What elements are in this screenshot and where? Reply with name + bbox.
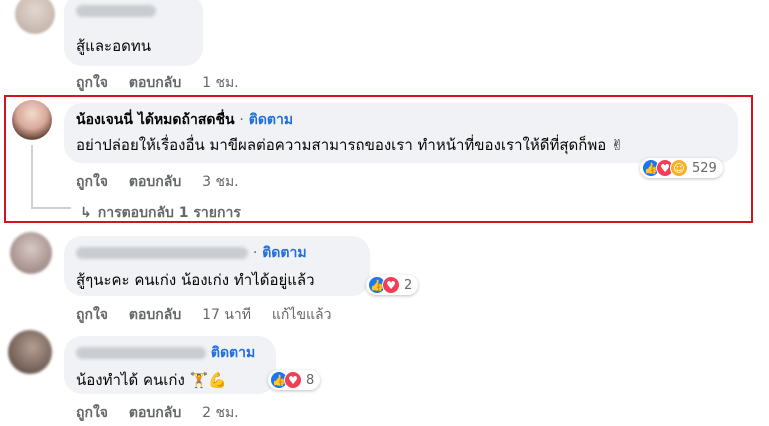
reaction-count: 8: [306, 372, 315, 388]
reaction-summary[interactable]: 👍 ♥ 8: [268, 370, 321, 390]
comment-text: น้องทำได้ คนเก่ง 🏋💪: [76, 371, 227, 389]
comment-bubble: ติดตาม น้องทำได้ คนเก่ง 🏋💪: [64, 336, 276, 394]
separator-dot: ·: [239, 112, 244, 128]
love-icon: ♥: [382, 276, 400, 294]
avatar[interactable]: [10, 232, 52, 274]
commenter-name[interactable]: [76, 247, 248, 259]
reaction-summary[interactable]: 👍 ♥ 2: [366, 275, 419, 295]
comment-actions: ถูกใจ ตอบกลับ 1 ชม.: [76, 72, 255, 94]
timestamp[interactable]: 2 ชม.: [202, 402, 239, 424]
comment-text: อย่าปล่อยให้เรื่องอื่น มาขีผลต่อความสามา…: [76, 136, 624, 154]
like-button[interactable]: ถูกใจ: [76, 304, 108, 326]
reaction-count: 529: [692, 160, 717, 176]
separator-dot: ·: [252, 245, 258, 261]
love-icon: ♥: [284, 371, 302, 389]
comment-bubble: น้องเจนนี่ ได้หมดถ้าสดชื่น · ติดตาม อย่า…: [64, 103, 738, 163]
commenter-name[interactable]: [76, 347, 206, 359]
follow-button[interactable]: ติดตาม: [249, 112, 293, 128]
reply-button[interactable]: ตอบกลับ: [129, 72, 181, 94]
thread-line: [31, 145, 33, 208]
avatar[interactable]: [12, 100, 52, 140]
comment-bubble: สู้และอดทน: [64, 0, 203, 66]
care-icon: ☺: [670, 159, 688, 177]
like-button[interactable]: ถูกใจ: [76, 402, 108, 424]
commenter-name[interactable]: [76, 2, 191, 20]
reaction-summary[interactable]: 👍 ♥ ☺ 529: [640, 158, 723, 178]
like-button[interactable]: ถูกใจ: [76, 171, 108, 193]
comment-bubble: · ติดตาม สู้ๆนะคะ คนเก่ง น้องเก่ง ทำได้อ…: [64, 236, 370, 296]
thread-connector: [31, 207, 71, 209]
reply-button[interactable]: ตอบกลับ: [129, 402, 181, 424]
commenter-name[interactable]: น้องเจนนี่ ได้หมดถ้าสดชื่น: [76, 112, 235, 128]
commenter-name-row: · ติดตาม: [76, 244, 358, 262]
follow-button[interactable]: ติดตาม: [211, 345, 255, 361]
comment-actions: ถูกใจ ตอบกลับ 3 ชม.: [76, 171, 255, 193]
follow-button[interactable]: ติดตาม: [262, 245, 306, 261]
like-button[interactable]: ถูกใจ: [76, 72, 108, 94]
comment-actions: ถูกใจ ตอบกลับ 17 นาที แก้ไขแล้ว: [76, 304, 347, 326]
commenter-name-row: ติดตาม: [76, 344, 264, 362]
reply-arrow-icon: ↳: [80, 205, 92, 221]
timestamp[interactable]: 3 ชม.: [202, 171, 239, 193]
comment-text: สู้และอดทน: [76, 37, 151, 55]
edited-label[interactable]: แก้ไขแล้ว: [272, 304, 332, 326]
view-replies-link[interactable]: ↳ การตอบกลับ 1 รายการ: [80, 202, 241, 224]
reply-button[interactable]: ตอบกลับ: [129, 304, 181, 326]
timestamp[interactable]: 17 นาที: [202, 304, 251, 326]
comment-actions: ถูกใจ ตอบกลับ 2 ชม.: [76, 402, 255, 424]
timestamp[interactable]: 1 ชม.: [202, 72, 239, 94]
reply-button[interactable]: ตอบกลับ: [129, 171, 181, 193]
commenter-name-row: น้องเจนนี่ ได้หมดถ้าสดชื่น · ติดตาม: [76, 111, 726, 129]
comment-text: สู้ๆนะคะ คนเก่ง น้องเก่ง ทำได้อยู่แล้ว: [76, 271, 315, 289]
avatar[interactable]: [15, 0, 55, 34]
avatar[interactable]: [8, 330, 52, 374]
reaction-count: 2: [404, 277, 413, 293]
view-replies-label: การตอบกลับ 1 รายการ: [97, 205, 241, 221]
